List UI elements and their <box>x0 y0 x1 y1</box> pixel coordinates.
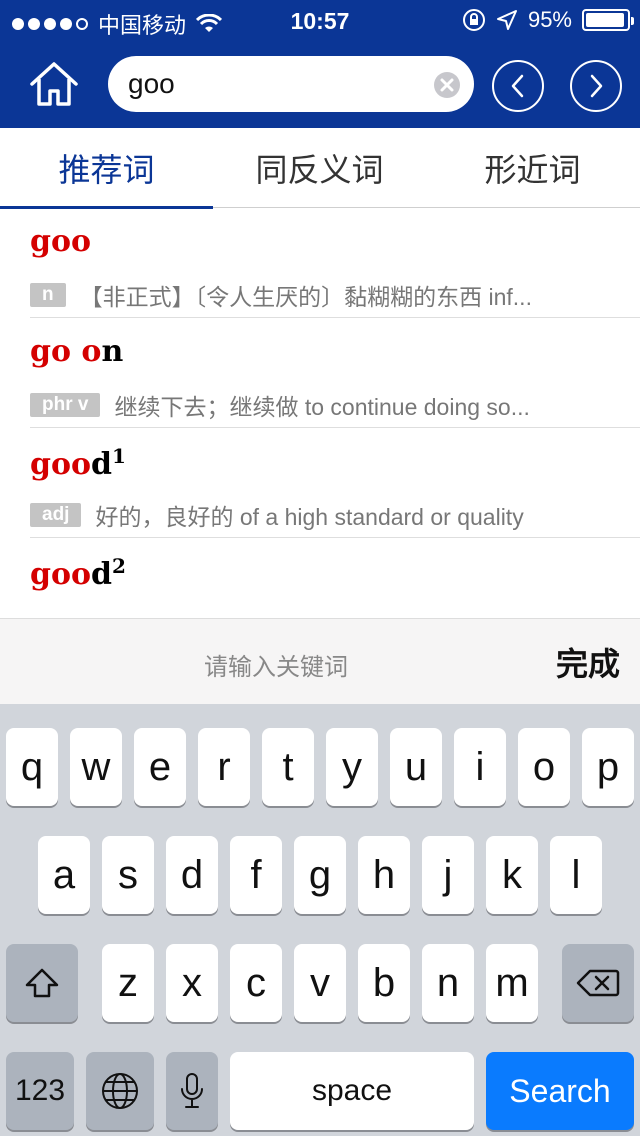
list-item[interactable]: go on phr v 继续下去；继续做 to continue doing s… <box>30 318 640 428</box>
shift-icon <box>25 968 59 998</box>
backspace-icon <box>576 969 620 997</box>
home-icon <box>30 62 78 106</box>
result-word: goo <box>30 224 91 259</box>
part-of-speech-badge: adj <box>30 503 82 527</box>
list-item[interactable]: good1 adj 好的，良好的 of a high standard or q… <box>30 428 640 538</box>
key-n[interactable]: n <box>422 944 474 1022</box>
list-item[interactable]: goo n 【非正式】〔令人生厌的〕黏糊糊的东西 inf... <box>30 208 640 318</box>
key-g[interactable]: g <box>294 836 346 914</box>
clear-search-button[interactable] <box>434 72 460 98</box>
result-definition: adj 好的，良好的 of a high standard or quality <box>30 498 610 532</box>
dictation-key[interactable] <box>166 1052 218 1130</box>
key-i[interactable]: i <box>454 728 506 806</box>
list-item[interactable]: good2 <box>30 538 640 618</box>
chevron-right-icon <box>590 74 603 98</box>
tab-bar: 推荐词 同反义词 形近词 <box>0 128 640 209</box>
homograph-number: 1 <box>111 444 126 468</box>
battery-percent: 95% <box>527 7 572 32</box>
word-match: goo <box>30 447 91 482</box>
word-rest: d <box>91 447 112 482</box>
tab-similar-words[interactable]: 形近词 <box>426 128 639 208</box>
result-word: go on <box>30 334 123 369</box>
key-b[interactable]: b <box>358 944 410 1022</box>
tab-recommended[interactable]: 推荐词 <box>0 128 213 209</box>
definition-text: 好的，良好的 of a high standard or quality <box>95 504 524 530</box>
definition-text: 【非正式】〔令人生厌的〕黏糊糊的东西 inf... <box>79 284 532 310</box>
keyword-hint: 请输入关键词 <box>204 653 348 681</box>
delete-key[interactable] <box>562 944 634 1022</box>
key-m[interactable]: m <box>486 944 538 1022</box>
search-input[interactable] <box>128 66 428 102</box>
word-rest: n <box>101 334 124 369</box>
forward-button[interactable] <box>570 60 622 112</box>
key-d[interactable]: d <box>166 836 218 914</box>
tab-synonyms-antonyms[interactable]: 同反义词 <box>213 128 426 208</box>
key-y[interactable]: y <box>326 728 378 806</box>
key-h[interactable]: h <box>358 836 410 914</box>
key-z[interactable]: z <box>102 944 154 1022</box>
part-of-speech-badge: n <box>30 283 66 307</box>
key-j[interactable]: j <box>422 836 474 914</box>
microphone-icon <box>181 1073 203 1108</box>
location-icon <box>496 10 517 30</box>
chevron-left-icon <box>511 74 524 98</box>
key-r[interactable]: r <box>198 728 250 806</box>
keyboard-toolbar: 请输入关键词 完成 <box>0 618 640 704</box>
part-of-speech-badge: phr v <box>30 393 101 417</box>
key-w[interactable]: w <box>70 728 122 806</box>
word-match: goo <box>30 224 91 259</box>
search-key[interactable]: Search <box>486 1052 634 1130</box>
key-t[interactable]: t <box>262 728 314 806</box>
numbers-key[interactable]: 123 <box>6 1052 74 1130</box>
result-definition: n 【非正式】〔令人生厌的〕黏糊糊的东西 inf... <box>30 278 610 312</box>
rotation-lock-icon <box>462 9 485 31</box>
globe-icon <box>102 1073 138 1109</box>
globe-key[interactable] <box>86 1052 154 1130</box>
result-word: good1 <box>30 444 126 482</box>
key-e[interactable]: e <box>134 728 186 806</box>
key-k[interactable]: k <box>486 836 538 914</box>
status-bar: 中国移动 10:57 95% <box>0 0 640 40</box>
back-button[interactable] <box>492 60 544 112</box>
key-f[interactable]: f <box>230 836 282 914</box>
search-box[interactable] <box>108 56 474 112</box>
word-match: goo <box>30 557 91 592</box>
clear-icon <box>440 78 454 92</box>
key-v[interactable]: v <box>294 944 346 1022</box>
key-u[interactable]: u <box>390 728 442 806</box>
app-header: 中国移动 10:57 95% <box>0 0 640 128</box>
key-l[interactable]: l <box>550 836 602 914</box>
word-rest: d <box>91 557 112 592</box>
key-s[interactable]: s <box>102 836 154 914</box>
done-button[interactable]: 完成 <box>556 639 620 685</box>
keyboard: q w e r t y u i o p a s d f g h j k l z … <box>0 704 640 1136</box>
definition-text: 继续下去；继续做 to continue doing so... <box>114 394 530 420</box>
shift-key[interactable] <box>6 944 78 1022</box>
key-x[interactable]: x <box>166 944 218 1022</box>
key-p[interactable]: p <box>582 728 634 806</box>
word-match: go o <box>30 334 102 369</box>
result-definition: phr v 继续下去；继续做 to continue doing so... <box>30 388 610 422</box>
battery-icon <box>582 9 634 31</box>
space-key[interactable]: space <box>230 1052 474 1130</box>
result-list: goo n 【非正式】〔令人生厌的〕黏糊糊的东西 inf... go on ph… <box>0 208 640 618</box>
key-q[interactable]: q <box>6 728 58 806</box>
key-a[interactable]: a <box>38 836 90 914</box>
result-word: good2 <box>30 554 126 592</box>
key-c[interactable]: c <box>230 944 282 1022</box>
key-o[interactable]: o <box>518 728 570 806</box>
battery-fill <box>586 13 624 27</box>
homograph-number: 2 <box>111 554 126 578</box>
status-right: 95% <box>462 7 634 33</box>
home-button[interactable] <box>28 60 80 108</box>
